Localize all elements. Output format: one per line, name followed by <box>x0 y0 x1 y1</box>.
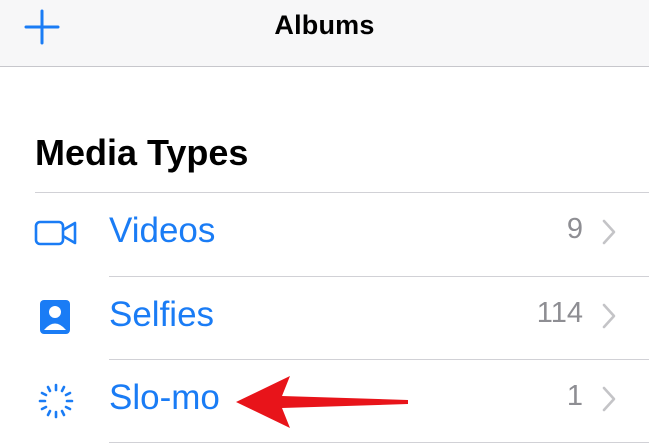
list-item-count: 114 <box>536 297 583 329</box>
portrait-icon <box>40 300 70 334</box>
chevron-right-icon <box>602 219 616 245</box>
list-item-label: Slo-mo <box>109 378 220 417</box>
list-item-count: 9 <box>566 213 583 245</box>
chevron-right-icon <box>602 303 616 329</box>
page-title: Albums <box>274 10 375 40</box>
list-item-count: 1 <box>566 380 583 412</box>
navigation-bar: Albums <box>0 0 649 67</box>
section-title-media-types: Media Types <box>35 132 249 173</box>
annotation-arrow-icon <box>236 376 408 428</box>
chevron-right-icon <box>602 386 616 412</box>
list-item-selfies[interactable]: Selfies 114 <box>0 277 649 360</box>
list-item-videos[interactable]: Videos 9 <box>0 193 649 276</box>
video-camera-icon <box>34 220 77 246</box>
slo-mo-icon <box>38 383 74 419</box>
list-item-label: Selfies <box>109 295 215 334</box>
list-item-label: Videos <box>109 211 216 250</box>
